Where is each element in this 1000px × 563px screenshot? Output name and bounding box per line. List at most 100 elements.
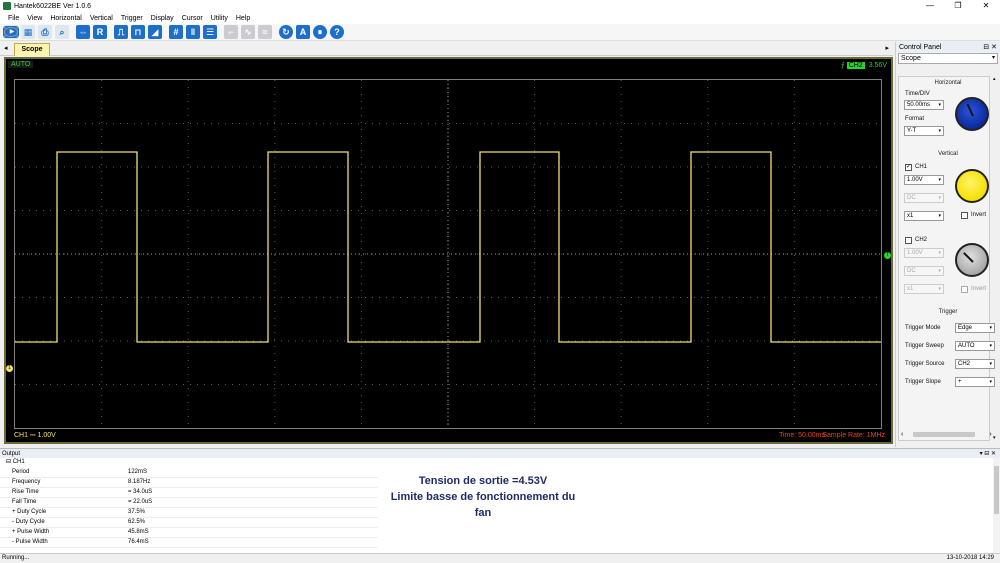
ch1-coupling-select[interactable]: DC ▾ xyxy=(904,193,944,203)
chevron-down-icon: ▾ xyxy=(938,195,941,201)
ch1-checkbox[interactable]: ✓ xyxy=(905,164,912,171)
scope-display: AUTO ⨍ CH2 3.56V 1 T CH1 ⎓ 1.00V Time: 5… xyxy=(4,57,893,444)
menu-file[interactable]: File xyxy=(4,15,23,22)
menu-utility[interactable]: Utility xyxy=(207,15,232,22)
ch2-coupling-select[interactable]: DC ▾ xyxy=(904,266,944,276)
tab-scroll-left-icon[interactable]: ◂ xyxy=(4,44,8,52)
autoset-icon[interactable]: ⇔ xyxy=(76,25,90,39)
measurement-row: Period 122mS xyxy=(0,468,378,478)
ch1-scale-readout: CH1 ⎓ 1.00V xyxy=(14,432,56,439)
trigger-level-readout: 3.56V xyxy=(868,61,887,69)
output-channel: ⊟ CH1 xyxy=(0,458,1000,467)
ch1-volts-select[interactable]: 1.00V ▾ xyxy=(904,175,944,185)
pause-icon[interactable]: ⏸ xyxy=(313,25,327,39)
ch2-checkbox[interactable] xyxy=(905,237,912,244)
auto-icon[interactable]: A xyxy=(296,25,310,39)
ref-icon[interactable]: R xyxy=(93,25,107,39)
ch2-invert-label: Invert xyxy=(971,286,987,292)
maximize-button[interactable]: ❐ xyxy=(944,0,972,12)
tab-scroll-right-icon[interactable]: ▸ xyxy=(885,44,889,52)
help-icon[interactable]: ? xyxy=(330,25,344,39)
ch1-ground-marker-icon[interactable]: 1 xyxy=(6,365,13,372)
trigger-sweep-select[interactable]: AUTO ▾ xyxy=(955,341,995,351)
app-icon xyxy=(3,2,11,10)
panel-selector-value: Scope xyxy=(901,55,921,62)
output-scrollbar[interactable] xyxy=(993,458,1000,554)
panel-selector[interactable]: Scope ▾ xyxy=(898,53,998,64)
measurement-name: Rise Time xyxy=(12,489,39,495)
scroll-left-icon[interactable]: ‹ xyxy=(901,431,903,438)
measurement-row: + Pulse Width 45.8mS xyxy=(0,528,378,538)
waveform-screen[interactable] xyxy=(14,79,882,429)
menu-view[interactable]: View xyxy=(23,15,46,22)
pin-icon[interactable]: ⊟ ✕ xyxy=(983,43,997,51)
format-select[interactable]: Y-T ▾ xyxy=(904,126,944,136)
window-title: Hantek6022BE Ver 1.0.6 xyxy=(14,2,92,10)
scroll-thumb[interactable] xyxy=(994,466,999,514)
time-div-value: 50.00ms xyxy=(907,102,931,108)
output-panel: Output ▾ ⊟ ✕ ⊟ CH1 Period 122mS Frequency 8… xyxy=(0,448,1000,554)
measurement-row: - Duty Cycle 62.5% xyxy=(0,518,378,528)
measurement-value: 45.8mS xyxy=(128,529,149,535)
scroll-right-icon[interactable]: › xyxy=(989,431,991,438)
scroll-up-icon[interactable]: ▴ xyxy=(993,76,999,82)
trigger-slope-select[interactable]: + ▾ xyxy=(955,377,995,387)
close-button[interactable]: ✕ xyxy=(972,0,1000,12)
play-icon[interactable]: ▶ xyxy=(3,26,19,38)
control-panel-hscrollbar[interactable]: ‹ › xyxy=(901,430,993,438)
chevron-down-icon: ▾ xyxy=(938,102,941,108)
ch2-volts-knob[interactable] xyxy=(955,243,989,277)
ramp-icon[interactable]: ◢ xyxy=(148,25,162,39)
ch2-volts-select[interactable]: 1.00V ▾ xyxy=(904,248,944,258)
ch1-volts-value: 1.00V xyxy=(907,177,923,183)
measurement-value: 76.4mS xyxy=(128,539,149,545)
trigger-edge-icon: ⨍ xyxy=(841,62,845,69)
pulse-icon[interactable]: ⊓ xyxy=(131,25,145,39)
ch1-probe-select[interactable]: x1 ▾ xyxy=(904,211,944,221)
menu-display[interactable]: Display xyxy=(147,15,178,22)
title-bar: Hantek6022BE Ver 1.0.6 — ❐ ✕ xyxy=(0,0,1000,12)
trigger-sweep-value: AUTO xyxy=(958,343,975,349)
menu-cursor[interactable]: Cursor xyxy=(178,15,207,22)
tab-scope[interactable]: Scope xyxy=(14,43,50,56)
refresh-icon[interactable]: ↻ xyxy=(279,25,293,39)
ch1-volts-knob[interactable] xyxy=(955,169,989,203)
toolbar: ▤ ▦ ⎙ ⌕ ⇔ R ⎍ ⊓ ◢ ⇱ # ‖ ☰ ⌐ ∿ ≈ ↻ A ▶ ⏸ … xyxy=(0,24,1000,41)
menu-help[interactable]: Help xyxy=(232,15,254,22)
collapse-icon[interactable]: ⊟ xyxy=(6,459,11,465)
save-icon[interactable]: ▦ xyxy=(21,25,35,39)
chevron-down-icon: ▾ xyxy=(938,213,941,219)
horizontal-cursor-icon[interactable]: ☰ xyxy=(203,25,217,39)
step-icon[interactable]: ⌐ xyxy=(224,25,238,39)
rising-edge-icon[interactable]: ⎍ xyxy=(114,25,128,39)
measurement-name: Frequency xyxy=(12,479,41,485)
output-window-controls-icon[interactable]: ▾ ⊟ ✕ xyxy=(980,450,1000,457)
time-div-select[interactable]: 50.00ms ▾ xyxy=(904,100,944,110)
chevron-down-icon: ▾ xyxy=(989,343,992,349)
control-panel-body: Horizontal Time/DIV 50.00ms ▾ Format Y-T… xyxy=(898,76,995,441)
sine-icon[interactable]: ∿ xyxy=(241,25,255,39)
grid-icon[interactable]: # xyxy=(169,25,183,39)
print-icon[interactable]: ⎙ xyxy=(38,25,52,39)
wave-icon[interactable]: ≈ xyxy=(258,25,272,39)
measurement-name: + Duty Cycle xyxy=(12,509,47,515)
scroll-down-icon[interactable]: ▾ xyxy=(993,435,996,441)
scroll-thumb[interactable] xyxy=(913,431,976,437)
trigger-mode-select[interactable]: Edge ▾ xyxy=(955,323,995,333)
time-div-label: Time/DIV xyxy=(905,91,930,97)
vertical-cursor-icon[interactable]: ‖ xyxy=(186,25,200,39)
trigger-level-marker-icon[interactable]: T xyxy=(884,252,891,259)
menu-trigger[interactable]: Trigger xyxy=(117,15,147,22)
chevron-down-icon: ▾ xyxy=(938,177,941,183)
trigger-source-select[interactable]: CH2 ▾ xyxy=(955,359,995,369)
menu-horizontal[interactable]: Horizontal xyxy=(46,15,86,22)
timebase-knob[interactable] xyxy=(955,97,989,131)
minimize-button[interactable]: — xyxy=(916,0,944,12)
control-panel-vscrollbar[interactable]: ▴ ▾ xyxy=(993,76,999,441)
menu-vertical[interactable]: Vertical xyxy=(86,15,117,22)
ch2-invert-checkbox[interactable] xyxy=(961,286,968,293)
ch1-invert-checkbox[interactable] xyxy=(961,212,968,219)
tab-row: ◂ Scope ▸ xyxy=(0,42,893,56)
ch2-probe-select[interactable]: x1 ▾ xyxy=(904,284,944,294)
print-preview-icon[interactable]: ⌕ xyxy=(55,25,69,39)
